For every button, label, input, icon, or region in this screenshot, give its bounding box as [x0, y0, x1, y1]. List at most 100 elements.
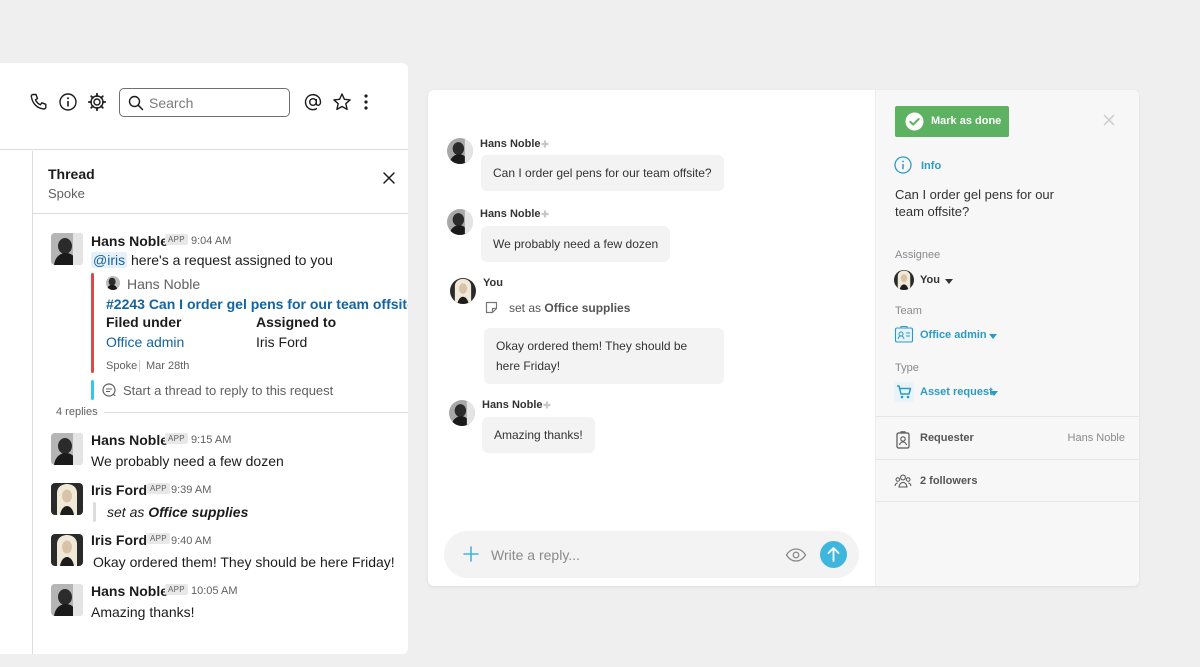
search-icon: [128, 95, 144, 111]
attachment-author: Hans Noble: [127, 276, 201, 292]
add-attachment-icon[interactable]: [462, 545, 480, 563]
message-time[interactable]: 9:39 AM: [171, 484, 211, 496]
channel-divider: [32, 151, 33, 654]
replies-count: 4 replies: [56, 406, 98, 418]
team-dropdown[interactable]: Office admin: [920, 329, 987, 341]
more-options-icon[interactable]: [356, 92, 376, 112]
message-author[interactable]: Hans Noble: [91, 233, 168, 249]
request-title: Can I order gel pens for our team offsit…: [895, 187, 1054, 219]
message-time[interactable]: 9:15 AM: [191, 434, 231, 446]
chat-bubble: Amazing thanks!: [482, 417, 595, 453]
check-circle-icon: [905, 112, 924, 131]
filed-under-link[interactable]: Office admin: [106, 334, 184, 350]
message-author[interactable]: Iris Ford: [91, 482, 147, 498]
avatar-iris[interactable]: [51, 483, 83, 515]
at-mention-icon[interactable]: [303, 92, 323, 112]
team-icon: [894, 325, 914, 345]
thread-title: Thread: [48, 166, 95, 182]
integration-icon: [541, 210, 549, 218]
type-label: Type: [895, 362, 919, 374]
app-badge: APP: [147, 533, 170, 544]
attachment-color-bar: [91, 273, 94, 373]
note-icon: [485, 301, 498, 314]
info-label: Info: [921, 160, 942, 172]
id-badge-icon: [896, 431, 910, 449]
assigned-to-value: Iris Ford: [256, 334, 308, 350]
chat-bubble: We probably need a few dozen: [481, 226, 671, 262]
assignee-label: Assignee: [895, 249, 941, 261]
phone-icon[interactable]: [29, 92, 49, 112]
chat-bubble: Okay ordered them! They should be here F…: [484, 328, 724, 384]
chat-author: Hans Noble: [482, 399, 543, 411]
app-badge: APP: [165, 584, 188, 595]
requester-label: Requester: [920, 432, 974, 444]
category-note: set as Office supplies: [107, 504, 249, 520]
sidebar-divider: [876, 459, 1139, 460]
reply-input[interactable]: Write a reply...: [491, 547, 580, 563]
message-text: Okay ordered them! They should be here F…: [93, 554, 395, 570]
attachment-author-avatar: [106, 276, 120, 290]
slack-panel: Search Thread Spoke Hans Noble APP 9:04 …: [0, 63, 408, 654]
app-badge: APP: [147, 483, 170, 494]
message-time[interactable]: 9:40 AM: [171, 535, 211, 547]
attachment-title-link[interactable]: #2243 Can I order gel pens for our team …: [106, 296, 408, 312]
shopping-cart-icon: [894, 382, 914, 402]
chevron-down-icon[interactable]: [989, 334, 997, 339]
chat-author: Hans Noble: [480, 208, 541, 220]
avatar-hans[interactable]: [51, 433, 83, 465]
category-note: set as Office supplies: [509, 301, 631, 315]
chevron-down-icon[interactable]: [945, 279, 953, 284]
info-icon[interactable]: [58, 92, 78, 112]
message-author[interactable]: Hans Noble: [91, 583, 168, 599]
reply-composer[interactable]: Write a reply...: [444, 531, 859, 578]
assignee-dropdown[interactable]: You: [920, 274, 940, 286]
close-icon[interactable]: [1103, 114, 1115, 126]
star-icon[interactable]: [332, 92, 352, 112]
attachment-footer-date: Mar 28th: [146, 360, 190, 372]
filed-under-label: Filed under: [106, 314, 182, 330]
avatar-hans[interactable]: [51, 584, 83, 616]
message-text: Amazing thanks!: [91, 604, 195, 620]
search-placeholder: Search: [149, 95, 194, 111]
app-badge: APP: [165, 433, 188, 444]
assigned-to-label: Assigned to: [256, 314, 337, 330]
avatar-you: [450, 278, 476, 304]
footer-divider: [139, 360, 140, 372]
message-text: We probably need a few dozen: [91, 453, 284, 469]
close-icon[interactable]: [382, 171, 396, 185]
quote-bar: [93, 502, 96, 522]
attachment-footer-source: Spoke: [106, 360, 138, 372]
avatar-iris[interactable]: [51, 534, 83, 566]
spoke-chat: Hans Noble Can I order gel pens for our …: [428, 90, 875, 586]
type-dropdown[interactable]: Asset request: [920, 386, 993, 398]
gear-icon[interactable]: [87, 92, 107, 112]
arrow-up-icon: [827, 547, 840, 562]
send-button[interactable]: [820, 541, 847, 568]
sidebar-divider: [876, 416, 1139, 417]
message-time[interactable]: 10:05 AM: [191, 585, 237, 597]
followers-icon: [894, 474, 912, 488]
thread-prompt[interactable]: Start a thread to reply to this request: [123, 383, 333, 398]
integration-icon: [543, 401, 551, 409]
followers-count[interactable]: 2 followers: [920, 475, 977, 487]
avatar-hans: [447, 138, 473, 164]
team-label: Team: [895, 305, 922, 317]
message-author[interactable]: Hans Noble: [91, 432, 168, 448]
spoke-request-card: Hans Noble Can I order gel pens for our …: [428, 90, 1139, 586]
mark-as-done-button[interactable]: Mark as done: [895, 106, 1009, 137]
avatar-hans: [447, 209, 473, 235]
avatar-hans[interactable]: [51, 233, 83, 265]
thread-header: Thread Spoke: [33, 151, 408, 214]
message-author[interactable]: Iris Ford: [91, 532, 147, 548]
message-time[interactable]: 9:04 AM: [191, 235, 231, 247]
avatar-hans: [449, 400, 475, 426]
visibility-eye-icon[interactable]: [785, 546, 807, 564]
chevron-down-icon[interactable]: [990, 391, 998, 396]
search-input[interactable]: Search: [119, 88, 290, 117]
chat-author: You: [483, 277, 503, 289]
chat-bubble: Can I order gel pens for our team offsit…: [481, 155, 724, 191]
thread-subtitle: Spoke: [48, 186, 85, 201]
requester-value: Hans Noble: [1067, 432, 1125, 444]
request-sidebar: Mark as done Info Can I order gel pens f…: [875, 90, 1139, 586]
user-mention[interactable]: @iris: [91, 252, 128, 268]
